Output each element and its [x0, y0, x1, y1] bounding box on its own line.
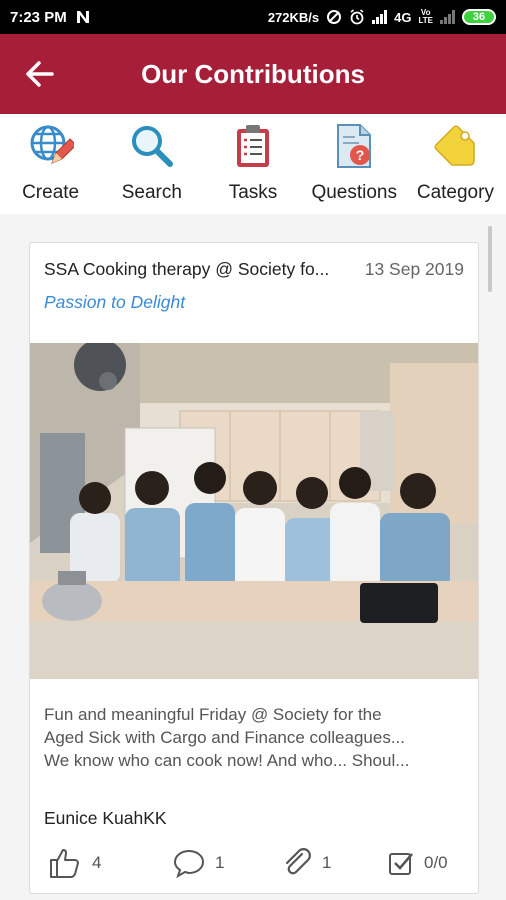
arrow-left-icon: [26, 61, 54, 87]
questions-label: Questions: [311, 182, 397, 203]
magnifier-icon: [131, 126, 173, 167]
questions-button[interactable]: ? Questions: [304, 114, 405, 214]
tag-icon: [434, 125, 476, 166]
checklist-button[interactable]: 0/0: [388, 850, 448, 876]
post-title: SSA Cooking therapy @ Society fo...: [44, 259, 330, 279]
question-document-icon: ?: [337, 124, 372, 168]
search-button[interactable]: Search: [101, 114, 202, 214]
search-label: Search: [121, 182, 182, 203]
page-title: Our Contributions: [141, 58, 365, 89]
create-label: Create: [22, 182, 80, 203]
description-line: Aged Sick with Cargo and Finance colleag…: [44, 728, 405, 747]
globe-pencil-icon: [30, 125, 74, 164]
post-description: Fun and meaningful Friday @ Society for …: [44, 703, 464, 772]
tasks-button[interactable]: Tasks: [202, 114, 303, 214]
tasks-label: Tasks: [228, 182, 278, 203]
status-time: 7:23 PM: [10, 8, 67, 26]
post-stats: 4 1 1 0/0: [30, 843, 478, 883]
svg-text:?: ?: [356, 147, 365, 163]
signal-strength-icon: [372, 10, 388, 24]
network-speed: 272KB/s: [267, 9, 320, 25]
volte-icon: Vo LTE: [418, 8, 433, 25]
notification-n-icon: [76, 11, 89, 23]
alarm-icon: [350, 9, 364, 25]
paperclip-icon: [285, 848, 311, 875]
thumbs-up-icon: [50, 849, 79, 878]
create-button[interactable]: Create: [0, 114, 101, 214]
comment-button[interactable]: 1: [173, 848, 224, 878]
description-line: We know who can cook now! And who... Sho…: [44, 751, 410, 770]
network-type: 4G: [394, 9, 412, 25]
description-line: Fun and meaningful Friday @ Society for …: [44, 705, 382, 724]
action-toolbar: Create Search Tasks ? Questions Category: [0, 114, 506, 214]
app-bar: Our Contributions: [0, 34, 506, 114]
category-label: Category: [416, 182, 494, 203]
data-saver-icon: [327, 10, 342, 24]
status-bar: 7:23 PM 272KB/s 4G Vo LTE 36: [0, 0, 506, 34]
clipboard-icon: [237, 125, 269, 167]
back-button[interactable]: [22, 56, 58, 92]
attachment-button[interactable]: 1: [282, 848, 331, 878]
checkbox-icon: [389, 853, 413, 875]
signal-strength-2-icon: [440, 10, 455, 24]
group-photo-image: [30, 343, 478, 679]
post-author: Eunice KuahKK: [44, 808, 167, 828]
battery-level: 36: [472, 11, 486, 23]
comment-icon: [173, 849, 205, 878]
post-date: 13 Sep 2019: [364, 259, 464, 279]
attachment-count: 1: [322, 853, 332, 872]
like-count: 4: [92, 853, 102, 872]
post-subtitle: Passion to Delight: [44, 292, 186, 312]
post-card[interactable]: SSA Cooking therapy @ Society fo... 13 S…: [29, 242, 479, 894]
like-button[interactable]: 4: [48, 846, 101, 880]
post-photo[interactable]: [30, 343, 478, 679]
scrollbar[interactable]: [488, 226, 492, 292]
comment-count: 1: [215, 853, 225, 872]
category-button[interactable]: Category: [405, 114, 506, 214]
checklist-count: 0/0: [424, 853, 448, 872]
battery-icon: 36: [462, 9, 496, 25]
